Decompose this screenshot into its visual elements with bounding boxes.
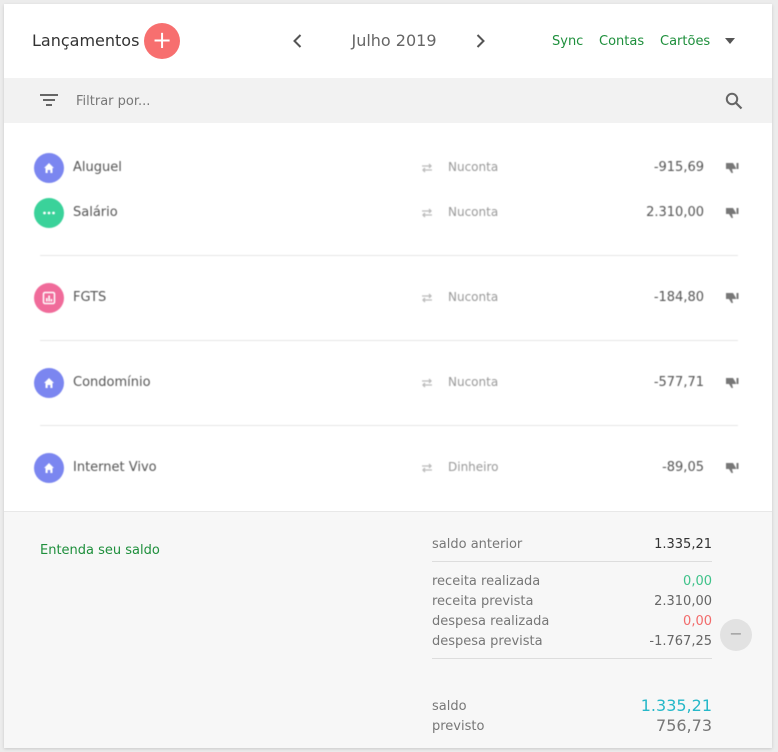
transaction-name: Condomínio	[73, 375, 151, 390]
receita-prevista-value: 2.310,00	[654, 594, 712, 609]
sync-link[interactable]: Sync	[552, 34, 583, 49]
more-icon	[43, 211, 55, 215]
list-item[interactable]: Aluguel Nuconta -915,69	[4, 150, 772, 186]
thumbs-down-icon[interactable]	[724, 160, 740, 176]
transaction-account: Dinheiro	[448, 460, 499, 474]
repeat-icon	[422, 208, 432, 218]
category-avatar	[34, 153, 64, 183]
thumbs-down-icon[interactable]	[724, 290, 740, 306]
cartoes-link[interactable]: Cartões	[660, 34, 710, 49]
divider	[40, 340, 738, 341]
saldo-value: 1.335,21	[640, 696, 712, 715]
transaction-name: Internet Vivo	[73, 460, 157, 475]
more-dropdown-icon[interactable]	[725, 38, 735, 44]
category-avatar	[34, 368, 64, 398]
transaction-value: -577,71	[653, 375, 704, 390]
list-item[interactable]: FGTS Nuconta -184,80	[4, 280, 772, 316]
previous-month-button[interactable]	[288, 31, 308, 51]
saldo-label: saldo	[432, 699, 467, 714]
transaction-name: Salário	[73, 205, 118, 220]
despesa-prevista-label: despesa prevista	[432, 634, 543, 649]
main-card: Lançamentos + Julho 2019 Sync Contas Car…	[4, 4, 772, 748]
despesa-prevista-value: -1.767,25	[649, 634, 712, 649]
search-icon[interactable]	[725, 92, 743, 110]
home-icon	[44, 463, 54, 473]
list-item[interactable]: Internet Vivo Dinheiro -89,05	[4, 450, 772, 486]
saldo-anterior-label: saldo anterior	[432, 537, 523, 552]
receita-realizada-label: receita realizada	[432, 574, 541, 589]
chevron-left-icon	[293, 34, 302, 48]
entenda-saldo-link[interactable]: Entenda seu saldo	[40, 543, 160, 558]
transaction-account: Nuconta	[448, 205, 499, 219]
transaction-name: FGTS	[73, 290, 107, 305]
transaction-value: 2.310,00	[646, 205, 704, 220]
divider	[40, 255, 738, 256]
list-item[interactable]: Condomínio Nuconta -577,71	[4, 365, 772, 401]
summary-divider	[432, 561, 712, 562]
transaction-list: Aluguel Nuconta -915,69 Salário Nuconta …	[4, 123, 772, 511]
header: Lançamentos + Julho 2019 Sync Contas Car…	[4, 4, 772, 78]
filter-input[interactable]	[74, 89, 678, 113]
add-transaction-button[interactable]: +	[144, 23, 180, 59]
category-avatar	[34, 283, 64, 313]
thumbs-down-icon[interactable]	[724, 205, 740, 221]
transaction-account: Nuconta	[448, 160, 499, 174]
page-title: Lançamentos	[32, 31, 140, 50]
transaction-account: Nuconta	[448, 375, 499, 389]
filter-bar	[4, 78, 772, 123]
summary-divider	[432, 658, 712, 659]
next-month-button[interactable]	[470, 31, 490, 51]
contas-link[interactable]: Contas	[599, 34, 644, 49]
thumbs-down-icon[interactable]	[724, 375, 740, 391]
despesa-realizada-label: despesa realizada	[432, 614, 550, 629]
repeat-icon	[422, 293, 432, 303]
repeat-icon	[422, 378, 432, 388]
previsto-label: previsto	[432, 719, 485, 734]
chevron-right-icon	[476, 34, 485, 48]
transaction-value: -89,05	[662, 460, 704, 475]
thumbs-down-icon[interactable]	[724, 460, 740, 476]
category-avatar	[34, 198, 64, 228]
saldo-anterior-value: 1.335,21	[654, 537, 712, 552]
collapse-summary-button[interactable]: −	[720, 619, 752, 651]
filter-icon[interactable]	[40, 94, 58, 108]
transaction-name: Aluguel	[73, 160, 122, 175]
balance-summary: Entenda seu saldo saldo anterior 1.335,2…	[4, 511, 772, 748]
category-avatar	[34, 453, 64, 483]
transaction-value: -184,80	[653, 290, 704, 305]
despesa-realizada-value: 0,00	[683, 614, 712, 629]
current-month: Julho 2019	[351, 31, 437, 50]
home-icon	[44, 163, 54, 173]
transaction-account: Nuconta	[448, 290, 499, 304]
repeat-icon	[422, 163, 432, 173]
home-icon	[44, 378, 54, 388]
chart-icon	[42, 291, 56, 305]
divider	[40, 425, 738, 426]
previsto-value: 756,73	[656, 716, 712, 735]
transaction-value: -915,69	[653, 160, 704, 175]
receita-prevista-label: receita prevista	[432, 594, 534, 609]
receita-realizada-value: 0,00	[683, 574, 712, 589]
list-item[interactable]: Salário Nuconta 2.310,00	[4, 195, 772, 231]
repeat-icon	[422, 463, 432, 473]
